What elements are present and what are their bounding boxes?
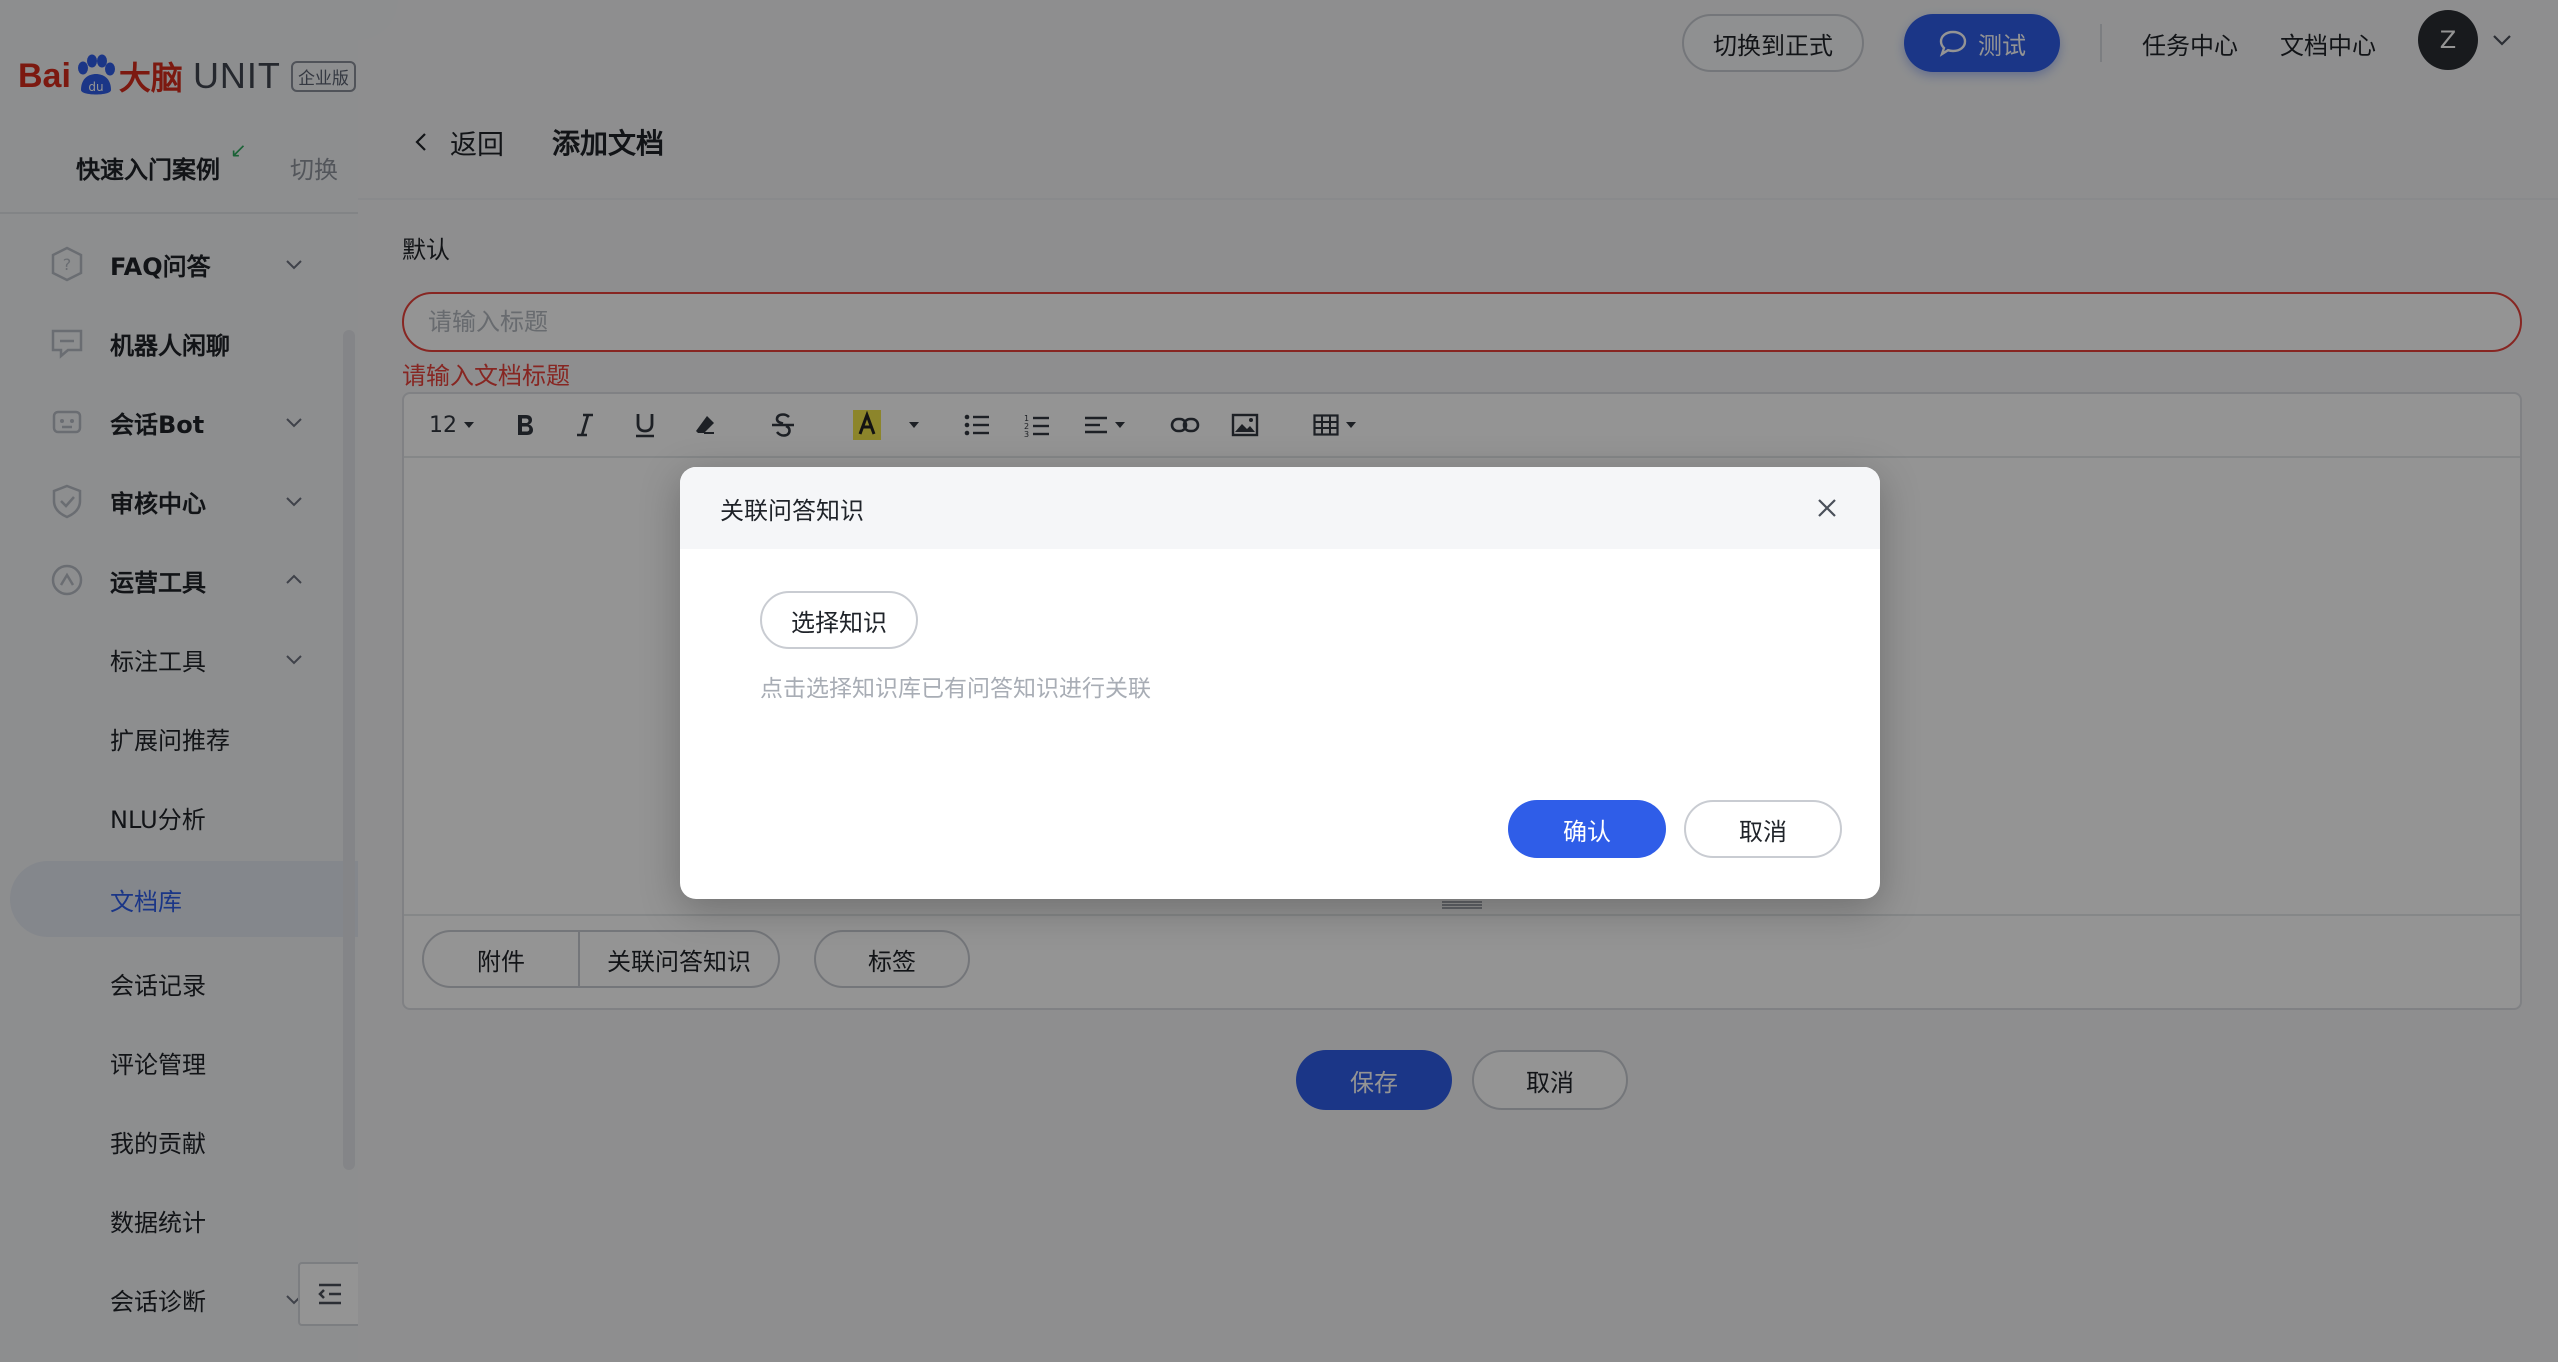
close-icon <box>1818 499 1836 517</box>
dialog-title: 关联问答知识 <box>720 497 864 525</box>
dialog-cancel-button[interactable]: 取消 <box>1684 800 1842 858</box>
dialog-header: 关联问答知识 <box>680 467 1880 549</box>
confirm-button[interactable]: 确认 <box>1508 800 1666 858</box>
select-knowledge-button[interactable]: 选择知识 <box>760 591 918 649</box>
dialog-hint-text: 点击选择知识库已有问答知识进行关联 <box>760 676 1151 702</box>
close-button[interactable] <box>1810 491 1844 525</box>
link-qa-knowledge-dialog: 关联问答知识 选择知识 点击选择知识库已有问答知识进行关联 确认 取消 <box>680 467 1880 899</box>
